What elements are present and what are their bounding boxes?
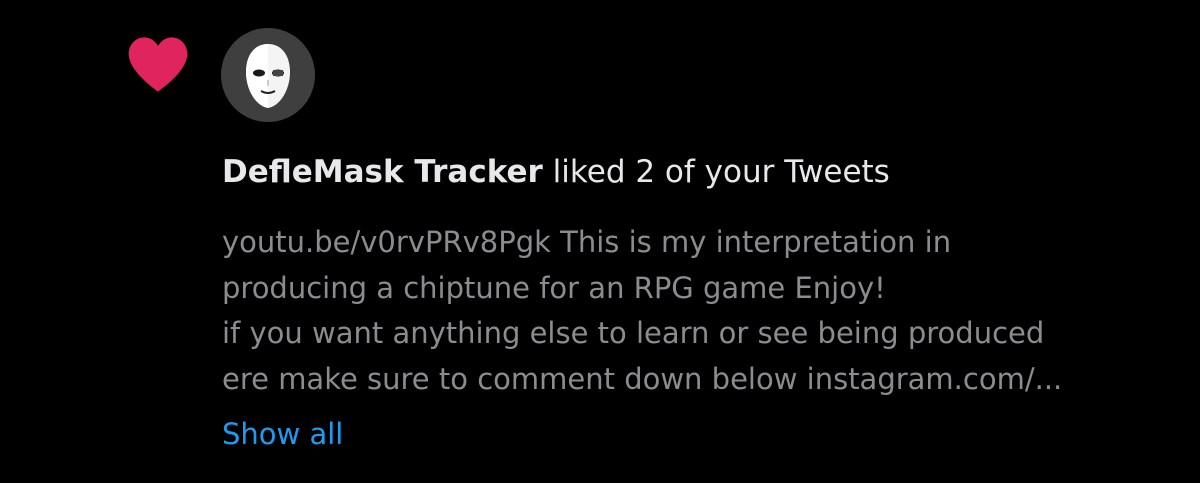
tweet-line: ere make sure to comment down below inst… — [222, 361, 1063, 396]
action-text: liked 2 of your Tweets — [552, 154, 890, 190]
user-name-link[interactable]: DefleMask Tracker — [222, 154, 543, 190]
tweet-line: if you want anything else to learn or se… — [222, 316, 1045, 350]
mask-avatar-icon — [221, 28, 315, 122]
tweet-line: youtu.be/v0rvPRv8Pgk This is my interpre… — [222, 225, 952, 259]
like-notification[interactable]: DefleMask Tracker liked 2 of your Tweets… — [0, 0, 1200, 483]
tweet-preview[interactable]: youtu.be/v0rvPRv8Pgk This is my interpre… — [222, 220, 1172, 402]
heart-icon — [128, 37, 188, 92]
user-avatar[interactable] — [221, 28, 315, 122]
tweet-line: producing a chiptune for an RPG game Enj… — [222, 270, 886, 305]
show-all-link[interactable]: Show all — [222, 412, 343, 456]
notification-headline: DefleMask Tracker liked 2 of your Tweets — [222, 150, 890, 194]
